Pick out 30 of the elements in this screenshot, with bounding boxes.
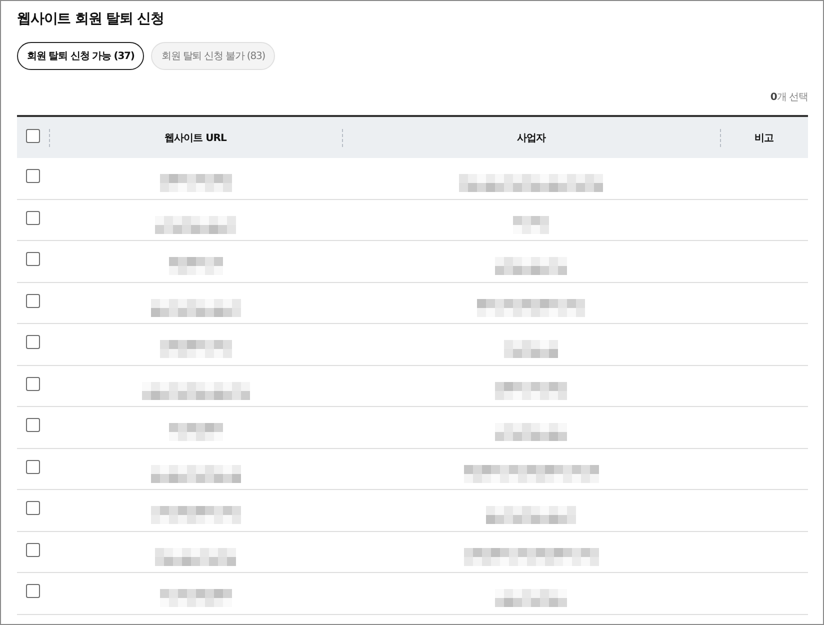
pixelated-redaction [495, 257, 567, 275]
column-header: 비고 [754, 132, 774, 144]
filter-tab[interactable]: 회원 탈퇴 신청 가능 (37) [17, 42, 144, 70]
checkbox[interactable] [26, 294, 40, 308]
checkbox[interactable] [26, 169, 40, 183]
pixelated-redaction [495, 382, 567, 400]
column-header: 사업자 [516, 132, 546, 144]
filter-tab[interactable]: 회원 탈퇴 신청 불가 (83) [151, 42, 276, 70]
pixelated-redaction [504, 340, 558, 358]
checkbox[interactable] [26, 252, 40, 266]
checkbox[interactable] [26, 542, 40, 556]
pixelated-redaction [495, 589, 567, 607]
pixelated-redaction [168, 257, 222, 275]
checkbox[interactable] [26, 335, 40, 349]
pixelated-redaction [160, 340, 232, 358]
pixelated-redaction [168, 423, 222, 441]
checkbox[interactable] [26, 501, 40, 515]
checkbox[interactable] [26, 128, 40, 142]
pixelated-redaction [160, 589, 232, 607]
selection-count: 0개 선택 [770, 91, 808, 105]
checkbox[interactable] [26, 584, 40, 598]
checkbox[interactable] [26, 460, 40, 474]
page-title: 웹사이트 회원 탈퇴 신청 [17, 10, 165, 29]
checkbox[interactable] [26, 418, 40, 432]
column-header: 웹사이트 URL [164, 132, 226, 144]
pixelated-redaction [160, 174, 232, 192]
checkbox[interactable] [26, 210, 40, 224]
pixelated-redaction [513, 216, 549, 234]
pixelated-redaction [495, 423, 567, 441]
checkbox[interactable] [26, 376, 40, 390]
